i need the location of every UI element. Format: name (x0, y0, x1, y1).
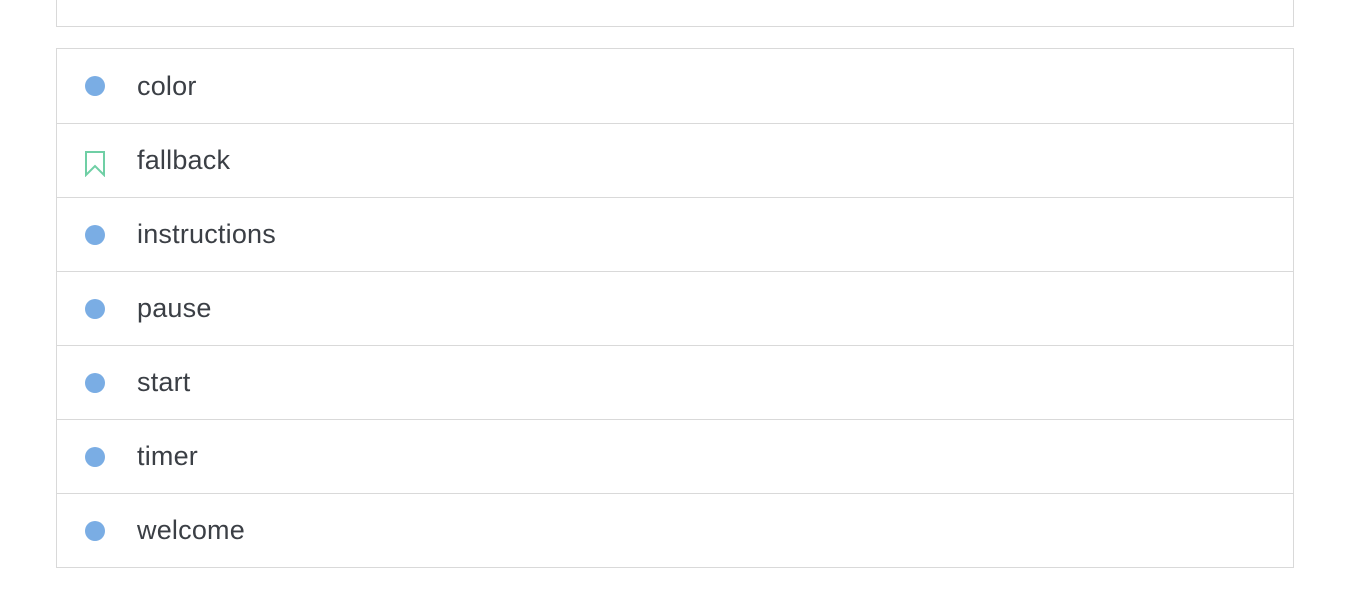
list-item-start[interactable]: start (57, 345, 1293, 419)
intent-list: color fallback instructions pause start … (56, 48, 1294, 568)
previous-card (56, 0, 1294, 27)
dot-icon (85, 224, 105, 245)
list-item-color[interactable]: color (57, 49, 1293, 123)
list-item-label: instructions (137, 219, 276, 249)
list-item-welcome[interactable]: welcome (57, 493, 1293, 567)
bookmark-icon (85, 150, 105, 177)
dot-icon (85, 298, 105, 319)
dot-icon (85, 446, 105, 467)
dot-icon (85, 520, 105, 541)
dot-icon (85, 372, 105, 393)
list-item-fallback[interactable]: fallback (57, 123, 1293, 197)
list-item-timer[interactable]: timer (57, 419, 1293, 493)
list-item-instructions[interactable]: instructions (57, 197, 1293, 271)
list-item-label: welcome (137, 515, 245, 545)
list-item-label: start (137, 367, 191, 397)
page: color fallback instructions pause start … (0, 0, 1350, 614)
list-item-label: color (137, 70, 197, 101)
list-item-label: pause (137, 293, 212, 323)
list-item-label: fallback (137, 145, 231, 175)
list-item-label: timer (137, 441, 198, 471)
dot-icon (85, 76, 105, 96)
list-item-pause[interactable]: pause (57, 271, 1293, 345)
